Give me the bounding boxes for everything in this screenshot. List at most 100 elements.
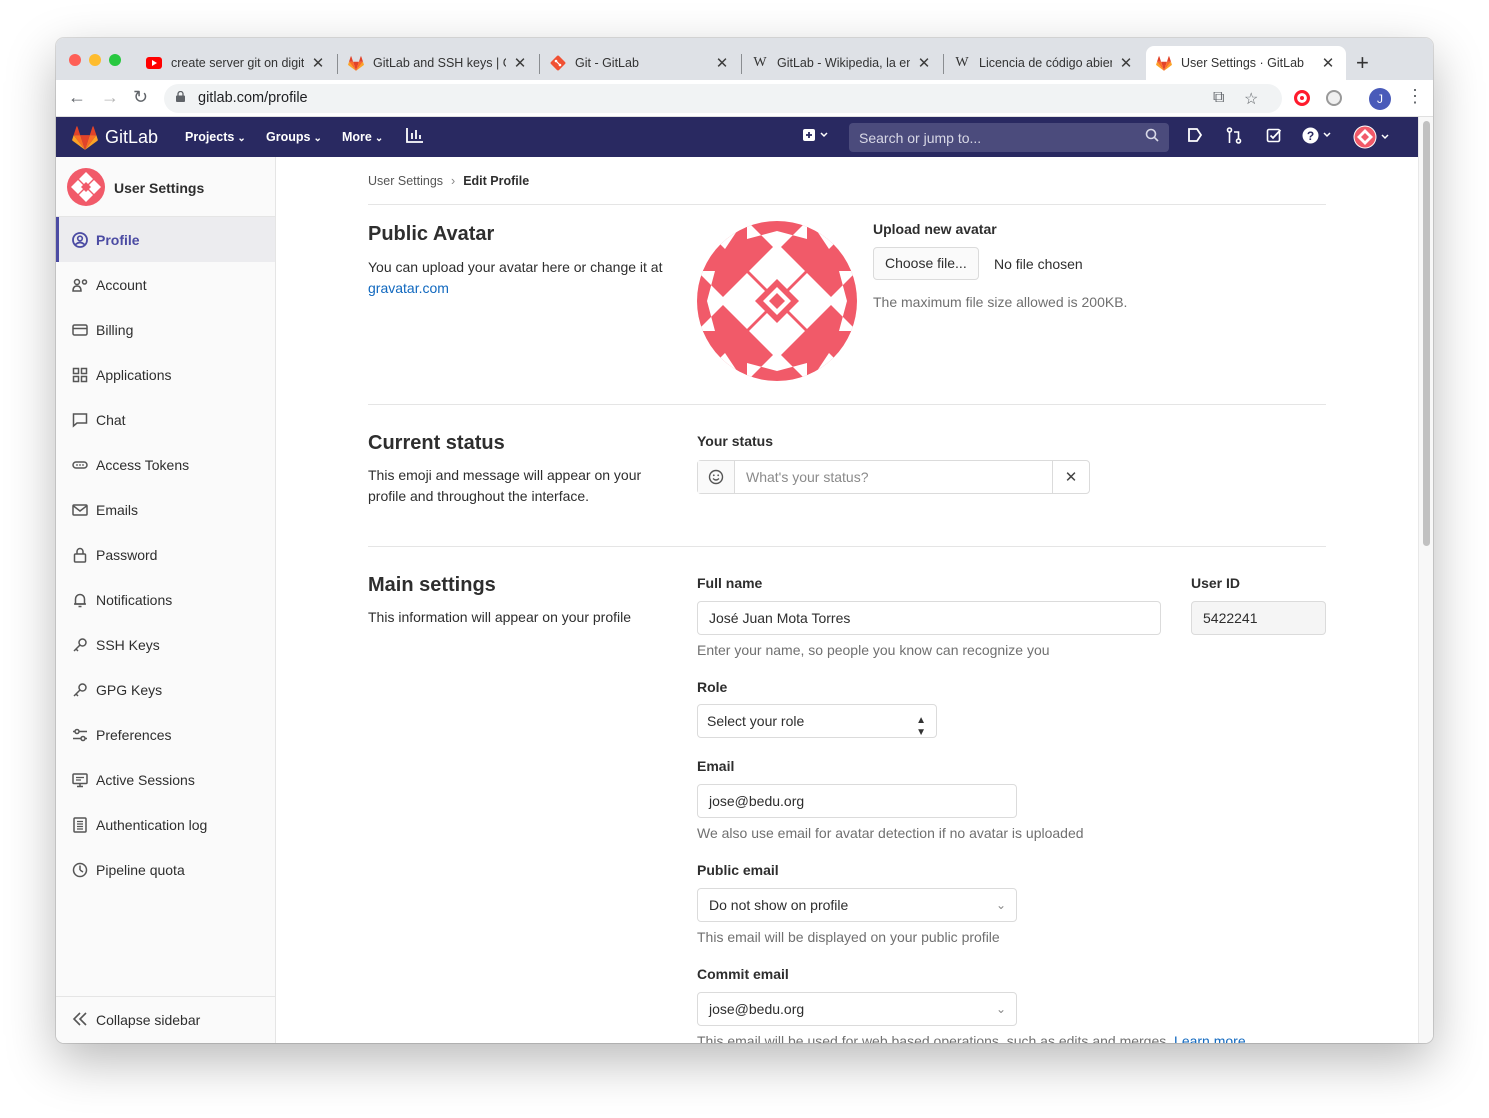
- activity-chart-icon[interactable]: [406, 127, 424, 147]
- sidebar-header[interactable]: User Settings: [56, 157, 275, 217]
- svg-text:?: ?: [1307, 129, 1314, 143]
- groups-menu[interactable]: Groups ⌄: [266, 130, 322, 144]
- minimize-window-button[interactable]: [89, 54, 101, 66]
- opera-icon[interactable]: [1294, 90, 1310, 106]
- sidebar-item-label: Chat: [96, 411, 126, 428]
- clear-status-icon[interactable]: ✕: [1052, 461, 1089, 493]
- translate-icon[interactable]: ⧉: [1213, 89, 1224, 107]
- browser-tab[interactable]: create server git on digital ✕: [136, 46, 336, 80]
- more-menu[interactable]: More ⌄: [342, 130, 383, 144]
- close-tab-icon[interactable]: ✕: [714, 54, 730, 72]
- bell-icon: [72, 592, 88, 608]
- sidebar-item-authentication-log[interactable]: Authentication log: [56, 802, 275, 847]
- menu-icon[interactable]: ⋮: [1406, 86, 1424, 107]
- upload-avatar-label: Upload new avatar: [873, 221, 997, 237]
- close-tab-icon[interactable]: ✕: [512, 54, 528, 72]
- merge-requests-icon[interactable]: [1226, 127, 1242, 148]
- new-tab-icon[interactable]: +: [1356, 50, 1369, 76]
- sidebar-item-billing[interactable]: Billing: [56, 307, 275, 352]
- search-icon: [1145, 128, 1159, 145]
- sidebar-item-gpg-keys[interactable]: GPG Keys: [56, 667, 275, 712]
- public-email-select[interactable]: Do not show on profile ⌄: [697, 888, 1017, 922]
- account-icon: [72, 277, 88, 293]
- back-icon[interactable]: ←: [68, 87, 86, 108]
- new-item-icon[interactable]: [802, 127, 830, 147]
- choose-file-button[interactable]: Choose file...: [873, 247, 979, 280]
- collapse-sidebar-button[interactable]: Collapse sidebar: [56, 996, 275, 1043]
- issues-icon[interactable]: [1187, 127, 1203, 147]
- email-field[interactable]: jose@bedu.org: [697, 784, 1017, 818]
- scrollbar-thumb[interactable]: [1423, 121, 1430, 546]
- gitlab-logo-icon[interactable]: [72, 126, 98, 150]
- gitlab-brand[interactable]: GitLab: [105, 127, 158, 148]
- browser-tab[interactable]: W Licencia de código abierto ✕: [944, 46, 1144, 80]
- browser-tab[interactable]: Git - GitLab ✕: [540, 46, 740, 80]
- user-id-label: User ID: [1191, 575, 1241, 591]
- learn-more-link[interactable]: Learn more: [1174, 1033, 1246, 1043]
- todos-icon[interactable]: [1266, 127, 1282, 147]
- emoji-picker-button[interactable]: [698, 461, 735, 493]
- browser-tab[interactable]: GitLab and SSH keys | GitLab ✕: [338, 46, 538, 80]
- gravatar-link[interactable]: gravatar.com: [368, 280, 449, 296]
- extension-icon[interactable]: [1326, 90, 1342, 106]
- sidebar-item-label: GPG Keys: [96, 681, 163, 698]
- browser-window: create server git on digital ✕ GitLab an…: [56, 38, 1433, 1043]
- maximize-window-button[interactable]: [109, 54, 121, 66]
- key-icon: [72, 637, 88, 653]
- select-arrows-icon: ▲ ▼: [916, 715, 926, 738]
- user-id-field: 5422241: [1191, 601, 1326, 635]
- close-tab-icon[interactable]: ✕: [1320, 54, 1336, 72]
- help-icon[interactable]: ?: [1302, 127, 1334, 148]
- sidebar-item-emails[interactable]: Emails: [56, 487, 275, 532]
- public-email-label: Public email: [697, 862, 779, 878]
- sidebar-item-access-tokens[interactable]: Access Tokens: [56, 442, 275, 487]
- close-tab-icon[interactable]: ✕: [916, 54, 932, 72]
- full-name-field[interactable]: José Juan Mota Torres: [697, 601, 1161, 635]
- commit-email-select[interactable]: jose@bedu.org ⌄: [697, 992, 1017, 1026]
- sidebar-item-ssh-keys[interactable]: SSH Keys: [56, 622, 275, 667]
- sidebar-item-account[interactable]: Account: [56, 262, 275, 307]
- scrollbar[interactable]: [1418, 117, 1433, 1043]
- sidebar-item-preferences[interactable]: Preferences: [56, 712, 275, 757]
- breadcrumb-current[interactable]: Edit Profile: [463, 174, 529, 188]
- role-select[interactable]: Select your role ▲ ▼: [697, 704, 937, 738]
- browser-tab[interactable]: W GitLab - Wikipedia, la enciclopedia ✕: [742, 46, 942, 80]
- sidebar-item-label: Billing: [96, 321, 134, 338]
- sidebar-item-password[interactable]: Password: [56, 532, 275, 577]
- section-title-avatar: Public Avatar: [368, 223, 495, 245]
- close-tab-icon[interactable]: ✕: [1118, 54, 1134, 72]
- avatar[interactable]: J: [1369, 88, 1391, 110]
- bookmark-star-icon[interactable]: ☆: [1244, 89, 1258, 109]
- divider: [368, 404, 1326, 405]
- reload-icon[interactable]: ↻: [133, 87, 148, 108]
- chat-icon: [72, 412, 88, 428]
- status-input[interactable]: What's your status?: [735, 461, 1053, 493]
- address-bar[interactable]: gitlab.com/profile ⧉ ☆: [164, 84, 1282, 113]
- sidebar-item-chat[interactable]: Chat: [56, 397, 275, 442]
- double-chevron-left-icon: [72, 1011, 88, 1029]
- sidebar-item-applications[interactable]: Applications: [56, 352, 275, 397]
- commit-email-help: This email will be used for web based op…: [697, 1033, 1246, 1043]
- gitlab-icon: [1156, 55, 1172, 71]
- log-icon: [72, 816, 88, 833]
- sidebar-item-label: Active Sessions: [96, 771, 195, 788]
- forward-icon[interactable]: →: [101, 87, 119, 108]
- sidebar-item-notifications[interactable]: Notifications: [56, 577, 275, 622]
- email-icon: [72, 502, 88, 518]
- sidebar-item-profile[interactable]: Profile: [56, 217, 275, 262]
- projects-menu[interactable]: Projects ⌄: [185, 130, 246, 144]
- sidebar-item-pipeline-quota[interactable]: Pipeline quota: [56, 847, 275, 892]
- sidebar-item-label: Profile: [96, 231, 140, 248]
- divider: [368, 204, 1326, 205]
- email-label: Email: [697, 758, 735, 774]
- close-tab-icon[interactable]: ✕: [310, 54, 326, 72]
- sidebar-item-active-sessions[interactable]: Active Sessions: [56, 757, 275, 802]
- breadcrumb-parent[interactable]: User Settings: [368, 174, 443, 188]
- user-avatar-menu[interactable]: [1353, 125, 1391, 153]
- close-window-button[interactable]: [69, 54, 81, 66]
- browser-tab-active[interactable]: User Settings · GitLab ✕: [1146, 46, 1346, 80]
- applications-icon: [72, 367, 88, 383]
- no-file-text: No file chosen: [994, 256, 1083, 272]
- tab-title: create server git on digital: [171, 56, 304, 70]
- search-input[interactable]: Search or jump to...: [849, 123, 1169, 152]
